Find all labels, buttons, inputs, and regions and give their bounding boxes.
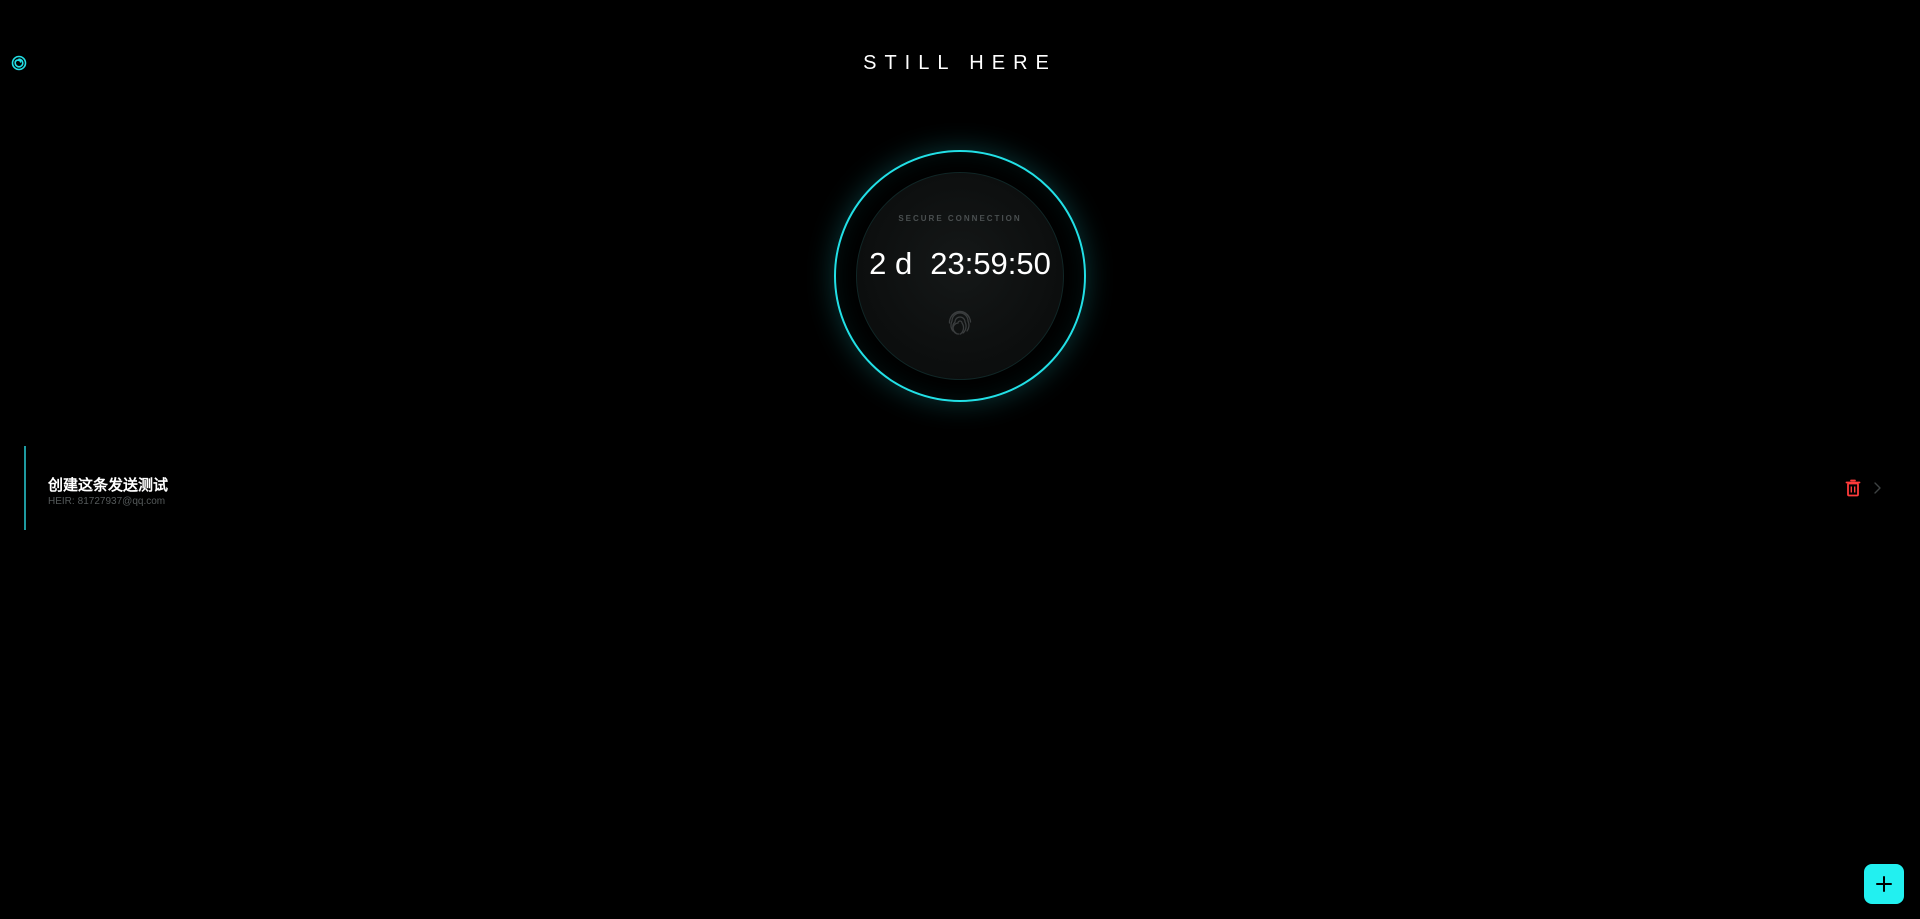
fingerprint-icon[interactable] bbox=[946, 307, 974, 337]
item-title: 创建这条发送测试 bbox=[48, 476, 169, 494]
list-item[interactable]: 创建这条发送测试 HEIR: 81727937@qq.com bbox=[24, 446, 1898, 530]
app-root: STILL HERE SECURE CONNECTION 2 d 23:59:50… bbox=[0, 0, 1920, 919]
heir-label: HEIR: bbox=[48, 496, 75, 507]
add-button[interactable] bbox=[1864, 864, 1904, 904]
countdown-days: 2 d bbox=[869, 246, 913, 281]
plus-icon bbox=[1876, 876, 1892, 892]
heir-email: 81727937@qq.com bbox=[77, 496, 166, 507]
chevron-right-icon[interactable] bbox=[1872, 481, 1882, 495]
countdown-time: 23:59:50 bbox=[930, 246, 1051, 281]
countdown-timer: 2 d 23:59:50 bbox=[836, 244, 1084, 284]
secure-connection-label: SECURE CONNECTION bbox=[898, 214, 1022, 223]
countdown-ring[interactable]: SECURE CONNECTION 2 d 23:59:50 bbox=[834, 150, 1086, 402]
item-heir: HEIR: 81727937@qq.com bbox=[48, 496, 165, 507]
trash-icon[interactable] bbox=[1844, 479, 1862, 497]
page-title: STILL HERE bbox=[863, 52, 1057, 74]
